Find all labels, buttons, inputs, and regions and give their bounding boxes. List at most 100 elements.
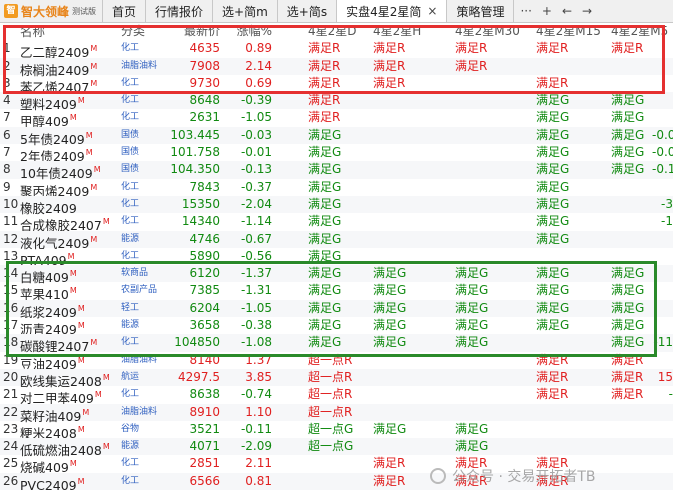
tab-bar: 智 智大领峰 测试版 首页 行情报价 选+简m 选+简s 实盘4星2星简 × 策… <box>0 0 673 23</box>
table-row[interactable]: 6 5年债2409M 国债 103.445 -0.03 满足G 满足G 满足G -0.0 <box>0 126 673 147</box>
signal-cell: 超一点R <box>308 404 353 419</box>
signal-cell <box>455 161 515 178</box>
table-row[interactable]: 12 液化气2409M 能源 4746 -0.67 满足G 满足G <box>0 230 673 251</box>
extra-value <box>652 473 673 490</box>
signal-cell <box>455 404 515 421</box>
row-index: 6 <box>3 127 11 142</box>
app-name: 智大领峰 <box>21 4 70 19</box>
extra-value <box>652 109 673 126</box>
extra-value: -0.0 <box>652 145 673 160</box>
signal-cell <box>536 404 596 421</box>
table-row[interactable]: 7 2年债2409M 国债 101.758 -0.01 满足G 满足G 满足G -0.0 <box>0 144 673 164</box>
main-contract-marker: M <box>102 217 110 227</box>
signal-cell: 满足G <box>373 421 407 436</box>
signal-cell: 满足G <box>455 439 489 454</box>
close-icon[interactable]: × <box>427 4 437 18</box>
signal-cell: 超一点G <box>308 421 354 436</box>
main-contract-marker: M <box>67 251 75 261</box>
last-price: 3521 <box>189 421 220 436</box>
main-contract-marker: M <box>90 182 98 192</box>
extra-value <box>652 179 673 196</box>
table-row[interactable]: 4 塑料2409M 化工 8648 -0.39 满足R 满足G 满足G <box>0 92 673 112</box>
forward-icon[interactable]: → <box>582 4 592 18</box>
main-contract-marker: M <box>77 476 85 486</box>
wechat-icon <box>430 468 446 484</box>
tab-label: 选+简m <box>222 4 268 19</box>
signal-cell: 满足R <box>373 473 406 488</box>
main-contract-marker: M <box>94 390 102 400</box>
last-price: 104.350 <box>170 162 220 177</box>
main-contract-marker: M <box>93 165 101 175</box>
change-percent: -0.01 <box>240 145 272 160</box>
change-percent: -1.14 <box>240 214 272 229</box>
table-row[interactable]: 23 粳米2408M 谷物 3521 -0.11 超一点G 满足G 满足G <box>0 421 673 441</box>
row-index: 4 <box>3 93 11 108</box>
table-row[interactable]: 9 聚丙烯2409M 化工 7843 -0.37 满足G 满足G <box>0 179 673 199</box>
signal-cell <box>373 386 433 403</box>
table-row[interactable]: 8 10年债2409M 国债 104.350 -0.13 满足G 满足G 满足G -0.1 <box>0 161 673 181</box>
signal-cell: 满足G <box>308 162 342 177</box>
change-percent: 3.85 <box>245 369 272 384</box>
tab-select-m[interactable]: 选+简m <box>213 0 278 22</box>
tab-tools: ··· + ← → <box>514 0 592 22</box>
row-index: 9 <box>3 179 11 194</box>
tab-quotes[interactable]: 行情报价 <box>146 0 214 22</box>
contract-name: 聚丙烯2409M <box>20 182 98 199</box>
table-row[interactable]: 20 欧线集运2408M 航运 4297.5 3.85 超一点R 满足R 满足R 15 <box>0 368 673 389</box>
more-icon[interactable]: ··· <box>520 4 531 18</box>
watermark: 公众号 · 交易开拓者TB <box>430 466 596 486</box>
tab-strategy-management[interactable]: 策略管理 <box>447 0 515 22</box>
signal-cell <box>455 213 515 230</box>
main-contract-marker: M <box>85 148 93 158</box>
main-contract-marker: M <box>85 130 93 140</box>
main-contract-marker: M <box>69 459 77 469</box>
category: 化工 <box>121 181 140 192</box>
change-percent: -0.67 <box>240 231 272 246</box>
signal-cell <box>455 196 515 213</box>
signal-cell <box>373 404 433 421</box>
contract-name: 橡胶2409 <box>20 200 77 216</box>
signal-cell <box>308 473 368 490</box>
table-row[interactable]: 11 合成橡胶2407M 化工 14340 -1.14 满足G 满足G -1 <box>0 213 673 233</box>
tab-label: 策略管理 <box>456 4 505 19</box>
change-percent: 2.11 <box>245 456 272 471</box>
category: 能源 <box>121 233 140 244</box>
contract-name: 粳米2408M <box>20 424 85 441</box>
signal-cell <box>455 92 515 109</box>
last-price: 2631 <box>189 110 220 125</box>
table-row[interactable]: 7 甲醇409M 化工 2631 -1.05 满足R 满足G 满足G <box>0 109 673 129</box>
highlight-box-red <box>3 25 665 94</box>
back-icon[interactable]: ← <box>562 4 572 18</box>
table-row[interactable]: 21 对二甲苯409M 化工 8638 -0.74 超一点R 满足R 满足R - <box>0 386 673 406</box>
tab-select-s[interactable]: 选+简s <box>278 0 338 22</box>
row-index: 24 <box>3 439 19 454</box>
tab-label: 选+简s <box>286 4 328 19</box>
category: 化工 <box>121 389 140 400</box>
table-row[interactable]: 10 橡胶2409 化工 15350 -2.04 满足G 满足G -3 <box>0 195 673 216</box>
contract-name: 低硫燃油2408M <box>20 442 110 459</box>
row-index: 7 <box>3 145 11 160</box>
signal-cell <box>455 144 515 161</box>
extra-value: -0.0 <box>652 127 673 142</box>
signal-cell: 满足G <box>308 145 342 160</box>
signal-cell <box>373 231 433 248</box>
add-tab-icon[interactable]: + <box>542 4 552 18</box>
change-percent: -0.39 <box>240 93 272 108</box>
tab-home[interactable]: 首页 <box>103 0 147 22</box>
contract-name: 液化气2409M <box>20 234 98 251</box>
main-contract-marker: M <box>69 113 77 123</box>
table-row[interactable]: 22 菜籽油409M 油脂油料 8910 1.10 超一点R <box>0 403 673 424</box>
signal-cell: 满足R <box>536 387 569 402</box>
main-contract-marker: M <box>102 442 110 452</box>
contract-name: 欧线集运2408M <box>20 372 110 389</box>
signal-cell: 满足G <box>308 231 342 246</box>
row-index: 20 <box>3 369 19 384</box>
category: 化工 <box>121 198 140 209</box>
logo-badge-icon: 智 <box>4 4 18 18</box>
signal-cell <box>455 109 515 126</box>
category: 化工 <box>121 112 140 123</box>
signal-cell: 满足G <box>536 127 570 142</box>
watermark-text: 公众号 · 交易开拓者TB <box>452 469 596 485</box>
tab-live-4star2star[interactable]: 实盘4星2星简 × <box>337 0 448 22</box>
table-row[interactable]: 24 低硫燃油2408M 能源 4071 -2.09 超一点G 满足G <box>0 438 673 459</box>
